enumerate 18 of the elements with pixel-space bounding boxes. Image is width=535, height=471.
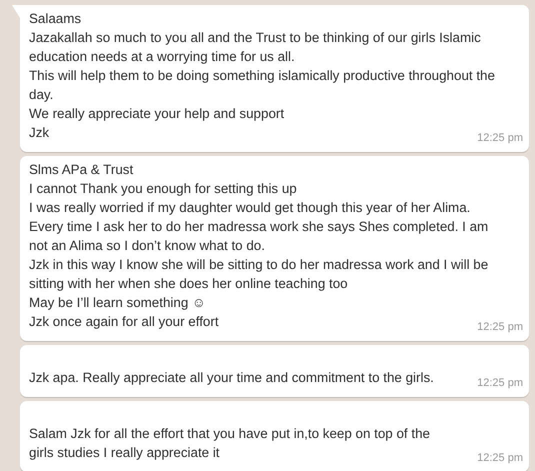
message-text: We really appreciate your help and support [29,105,286,123]
message-time: 12:25 pm [477,376,523,391]
message-text: Salam Jzk for all the effort that you have put in,to keep on top of the girls studies I really appreciate it [29,425,431,462]
message-text: Every time I ask her to do her madressa work she says Shes completed. I am not an Alima so I don’t know what to do. [29,218,490,255]
message-time: 12:25 pm [477,320,523,335]
message-text: Jzk apa. Really appreciate all your time and commitment to the girls. [29,369,435,387]
message-text: I cannot Thank you enough for setting this up [29,180,298,198]
message-text: Jzk in this way I know she will be sitting to do her madressa work and I will be sitting with her when she does her online teaching too [29,256,490,293]
message-time: 12:25 pm [477,131,523,146]
message-text: I was really worried if my daughter would get though this year of her Alima. [29,199,472,217]
message-text: Slms APa & Trust [29,161,134,179]
message-time: 12:25 pm [477,451,523,466]
message-text: Jzk [29,124,50,142]
message-text: Jazakallah so much to you all and the Trust to be thinking of our girls Islamic education needs at a worrying time for us all. [29,29,482,66]
message-text: Salaams [29,10,82,28]
message-text: This will help them to be doing something islamically productive throughout the day. [29,67,496,104]
message-text: May be I’ll learn something ☺ [29,294,207,312]
message-text: Jzk once again for all your effort [29,313,220,331]
